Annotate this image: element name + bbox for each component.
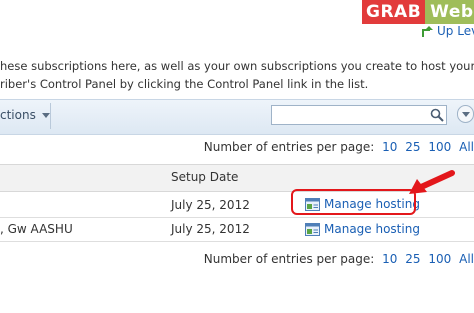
row-divider — [0, 241, 474, 242]
manage-hosting-link-row-2[interactable]: Manage hosting — [305, 222, 420, 236]
grabweb-logo: GRAB Web — [362, 0, 474, 24]
table-row-2-setup-date: July 25, 2012 — [171, 222, 250, 236]
table-row-1-setup-date: July 25, 2012 — [171, 198, 250, 212]
chevron-down-icon — [461, 111, 470, 117]
page-size-100[interactable]: 100 — [428, 140, 451, 154]
up-arrow-icon — [422, 26, 433, 37]
row-divider — [0, 217, 474, 218]
entries-per-page-label: Number of entries per page: — [203, 140, 375, 154]
table-row-2-name: , Gw AASHU — [0, 222, 73, 236]
logo-part-web: Web — [425, 0, 474, 24]
description-line-2: riber's Control Panel by clicking the Co… — [0, 77, 369, 91]
page-size-all[interactable]: All — [459, 252, 474, 266]
toolbar-options-button[interactable] — [457, 105, 474, 123]
page-description: hese subscriptions here, as well as your… — [0, 57, 474, 93]
highlight-box — [291, 189, 416, 215]
manage-hosting-label: Manage hosting — [324, 222, 420, 236]
page-size-10[interactable]: 10 — [382, 252, 397, 266]
page-size-100[interactable]: 100 — [428, 252, 451, 266]
page-size-25[interactable]: 25 — [405, 252, 420, 266]
search-input[interactable] — [271, 105, 447, 125]
page-size-all[interactable]: All — [459, 140, 474, 154]
search-button[interactable] — [428, 106, 446, 124]
hosting-panel-icon — [305, 222, 320, 236]
actions-menu-button[interactable]: ctions — [0, 108, 50, 122]
column-header-setup-date[interactable]: Setup Date — [171, 170, 238, 184]
toolbar-divider — [50, 103, 51, 129]
pagination-bottom: Number of entries per page: 10 25 100 Al… — [204, 252, 474, 266]
pagination-top: Number of entries per page: 10 25 100 Al… — [204, 140, 474, 154]
page-size-10[interactable]: 10 — [382, 140, 397, 154]
entries-per-page-label: Number of entries per page: — [203, 252, 375, 266]
chevron-down-icon — [41, 112, 50, 118]
description-line-1: hese subscriptions here, as well as your… — [0, 59, 474, 73]
actions-label: ctions — [0, 108, 36, 122]
magnifier-icon — [430, 108, 444, 122]
up-level-link[interactable]: Up Lev — [421, 24, 474, 38]
page-size-25[interactable]: 25 — [405, 140, 420, 154]
red-arrow-annotation — [409, 170, 455, 194]
logo-part-grab: GRAB — [362, 0, 426, 24]
up-level-label: Up Lev — [437, 24, 474, 38]
